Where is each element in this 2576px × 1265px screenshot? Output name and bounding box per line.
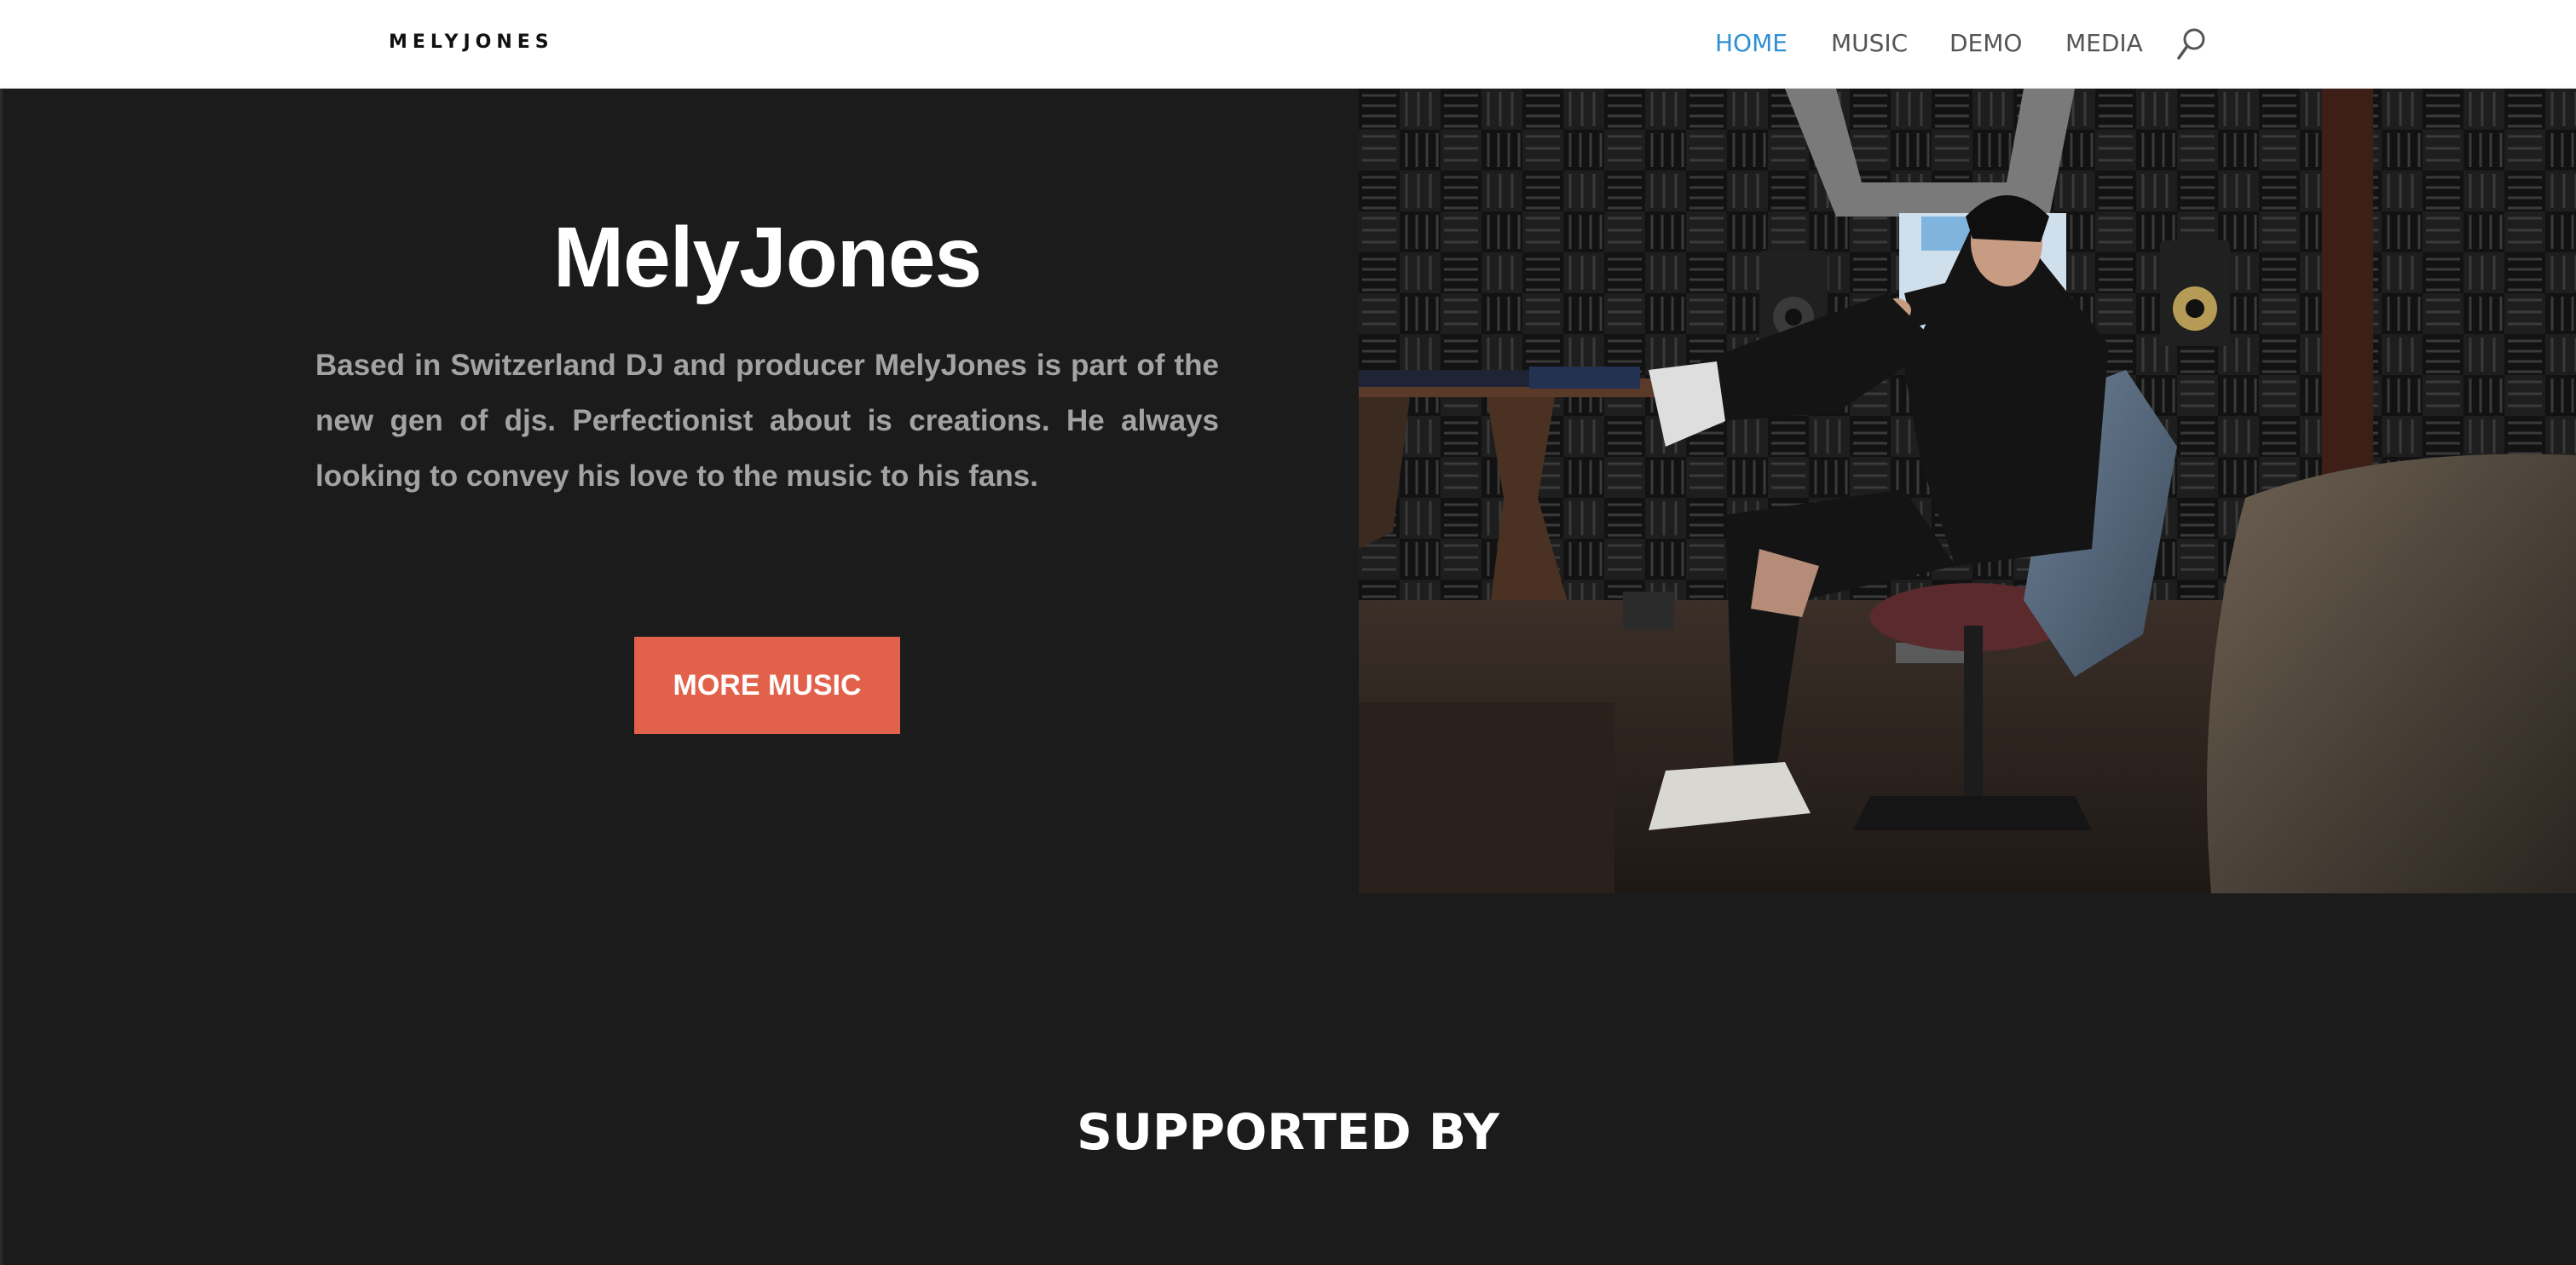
left-edge-divider (0, 89, 3, 1265)
hero-photo (1359, 89, 2576, 893)
hero-description: Based in Switzerland DJ and producer Mel… (315, 349, 1219, 493)
nav-item-demo[interactable]: DEMO (1949, 26, 2022, 61)
more-music-button[interactable]: MORE MUSIC (634, 637, 900, 734)
hero-title: MelyJones (552, 210, 982, 305)
studio-photo-illustration (1359, 89, 2576, 893)
hero-text-block: MelyJones Based in Switzerland DJ and pr… (315, 206, 1219, 504)
nav-item-media[interactable]: MEDIA (2065, 26, 2143, 61)
nav-item-home[interactable]: HOME (1715, 26, 1788, 61)
supported-by-heading: SUPPORTED BY (1077, 1103, 1499, 1161)
site-header: MELYJONES HOME MUSIC DEMO MEDIA (0, 0, 2576, 89)
site-logo[interactable]: MELYJONES (389, 27, 554, 58)
nav-item-music[interactable]: MUSIC (1831, 26, 1908, 61)
search-icon[interactable] (2175, 26, 2209, 63)
